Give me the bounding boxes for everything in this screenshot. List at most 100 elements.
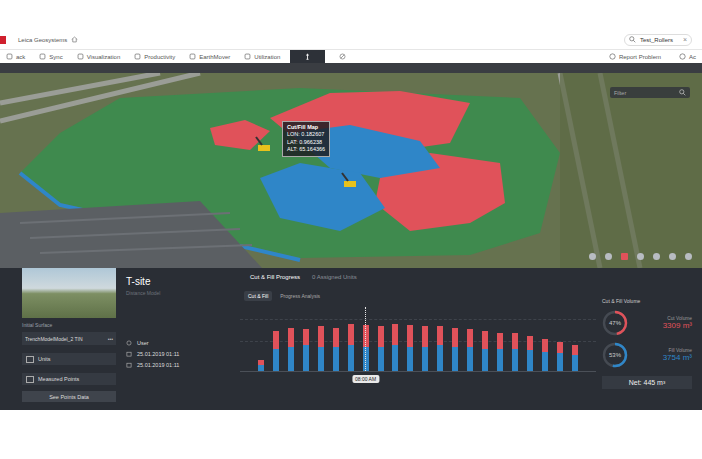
nav-tab-label: EarthMover — [199, 54, 230, 60]
project-search[interactable]: Test_Rollers × — [624, 34, 692, 46]
nav-action-label: Ac — [689, 54, 696, 60]
bar-segment — [407, 347, 413, 371]
chart-bar[interactable] — [333, 311, 339, 371]
points-data-button[interactable]: See Points Data — [22, 391, 116, 402]
terrain-icon[interactable] — [685, 253, 692, 260]
chart-bar[interactable] — [318, 311, 324, 371]
selection-line — [365, 307, 366, 371]
chart-bar[interactable] — [572, 311, 578, 371]
chart-bar[interactable] — [348, 311, 354, 371]
chart-bar[interactable] — [303, 311, 309, 371]
nav-tab-label: Sync — [49, 54, 62, 60]
calendar-icon — [126, 362, 132, 368]
brand[interactable]: Leica Geosystems — [0, 36, 78, 44]
nav-tab[interactable]: Visualization — [73, 50, 125, 63]
circle-slash-icon — [339, 53, 346, 60]
chart-bar[interactable] — [482, 311, 488, 371]
bar-segment — [527, 336, 533, 350]
nav-tab[interactable]: Productivity — [130, 50, 179, 63]
bar-segment — [348, 345, 354, 371]
bar-segment — [557, 342, 563, 353]
volume-item: 53%Fill Volume3754 m³ — [602, 342, 692, 368]
bar-segment — [437, 345, 443, 371]
bar-segment — [512, 349, 518, 371]
cut-fill-chart: 08:00 AM — [240, 311, 596, 372]
page: Leica Geosystems Test_Rollers × ack Sync Visu… — [0, 0, 702, 459]
map-filter[interactable]: Filter — [610, 87, 690, 98]
nav-tab[interactable]: Utilization — [240, 50, 284, 63]
search-value[interactable]: Test_Rollers — [640, 37, 679, 43]
chart-bar[interactable] — [422, 311, 428, 371]
grid-line — [240, 319, 596, 320]
chart-bar[interactable] — [437, 311, 443, 371]
target-icon[interactable] — [637, 253, 644, 260]
chart-bar[interactable] — [452, 311, 458, 371]
nav-tab[interactable]: EarthMover — [185, 50, 234, 63]
chart-bar[interactable] — [467, 311, 473, 371]
chart-bar[interactable] — [527, 311, 533, 371]
nav-tab[interactable] — [290, 50, 325, 63]
site-column: Initial SurfaceTrenchModelModel_2 TIN•••… — [22, 268, 122, 410]
more-button[interactable]: ••• — [108, 336, 113, 342]
user-row: User — [126, 340, 236, 346]
surface-select[interactable]: TrenchModelModel_2 TIN••• — [22, 332, 116, 345]
chart-bar[interactable] — [542, 311, 548, 371]
tooltip-line: LAT: 0.966238 — [287, 139, 325, 146]
tab[interactable]: 0 Assigned Units — [312, 274, 357, 283]
bar-segment — [407, 325, 413, 347]
nav-tab[interactable]: ack — [2, 50, 29, 63]
chart-icon[interactable] — [669, 253, 676, 260]
nav-tab-icon — [189, 53, 196, 60]
bar-segment — [542, 352, 548, 371]
chart-bar[interactable] — [557, 311, 563, 371]
chart-bar[interactable]: 08:00 AM — [363, 311, 369, 371]
excavator-icon[interactable] — [342, 173, 356, 187]
tab[interactable]: Cut & Fill Progress — [250, 274, 300, 283]
side-row-label: Units — [38, 356, 51, 362]
clear-button[interactable]: × — [683, 36, 687, 43]
chart-bar[interactable] — [378, 311, 384, 371]
nav-action[interactable]: Report Problem — [605, 50, 665, 63]
chart-bar[interactable] — [273, 311, 279, 371]
bar-segment — [378, 347, 384, 371]
nav-tab-icon — [39, 53, 46, 60]
nav-tab[interactable]: Sync — [35, 50, 66, 63]
tooltip-line: ALT: 65.164366 — [287, 146, 325, 153]
globe-icon[interactable] — [589, 253, 596, 260]
nav-action[interactable]: Ac — [675, 50, 700, 63]
chart-bar[interactable] — [497, 311, 503, 371]
chart-bar[interactable] — [258, 311, 264, 371]
nav-tab[interactable] — [331, 50, 354, 63]
chart-bar[interactable] — [407, 311, 413, 371]
map-toolbar — [589, 253, 692, 260]
chart-bar[interactable] — [512, 311, 518, 371]
chart-bar[interactable] — [288, 311, 294, 371]
bar-segment — [497, 349, 503, 371]
bar-segment — [303, 329, 309, 345]
date-value: 25.01.2019 01:11 — [137, 362, 179, 368]
magnifier-icon — [629, 36, 636, 43]
bar-segment — [333, 347, 339, 371]
side-row[interactable]: Measured Points — [22, 373, 116, 385]
subtab[interactable]: Progress Analysis — [276, 291, 324, 301]
net-volume: Net: 445 m³ — [602, 376, 692, 389]
date-value: 25.01.2019 01:11 — [137, 351, 179, 357]
nav-tab-icon — [6, 53, 13, 60]
subtab[interactable]: Cut & Fill — [244, 291, 272, 301]
tooltip-title: Cut/Fill Map — [287, 124, 325, 131]
layer-icon[interactable] — [621, 253, 628, 260]
excavator-icon[interactable] — [256, 137, 270, 151]
bar-segment — [273, 349, 279, 371]
chart-bar[interactable] — [392, 311, 398, 371]
bar-segment — [527, 350, 533, 371]
camera-icon[interactable] — [605, 253, 612, 260]
home-icon[interactable] — [71, 36, 78, 43]
map-view[interactable]: Cut/Fill MapLON: 0.182607LAT: 0.966238AL… — [0, 63, 702, 268]
calendar-icon — [126, 351, 132, 357]
side-row[interactable]: Units — [22, 353, 116, 365]
filter-placeholder: Filter — [614, 90, 626, 96]
site-map[interactable] — [0, 73, 702, 268]
volume-percent: 53% — [602, 342, 628, 368]
ruler-icon[interactable] — [653, 253, 660, 260]
bottom-space — [0, 410, 702, 459]
